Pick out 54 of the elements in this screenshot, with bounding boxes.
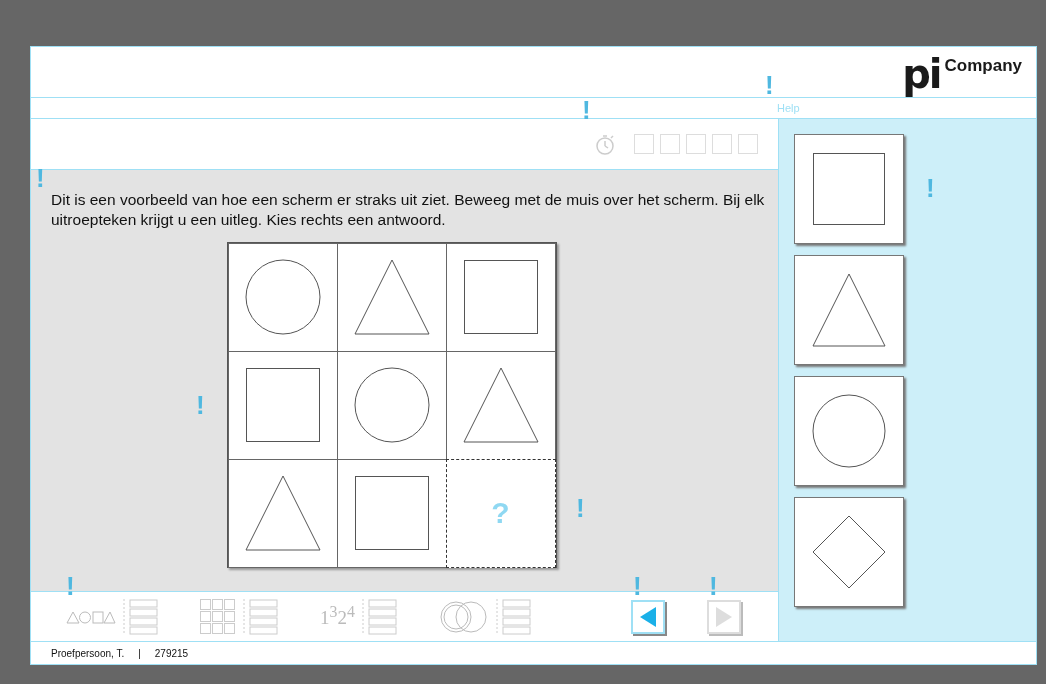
participant-name: Proefpersoon, T. (51, 647, 125, 659)
right-arrow-icon (715, 606, 732, 627)
hint-mark[interactable]: ! (709, 573, 718, 599)
triangle-icon (244, 475, 321, 551)
triangle-icon (812, 273, 886, 347)
rings-icon (438, 599, 489, 634)
circle-icon (244, 259, 321, 335)
hint-mark[interactable]: ! (582, 97, 591, 123)
left-arrow-icon (639, 606, 656, 627)
answer-slot (660, 134, 680, 154)
answer-slot (634, 134, 654, 154)
answer-card[interactable] (794, 376, 904, 486)
tool-button[interactable] (66, 598, 158, 635)
answer-slot (738, 134, 758, 154)
triangle-icon (353, 259, 430, 335)
list-icon (122, 598, 158, 635)
shapes-icon (66, 609, 116, 624)
answer-card[interactable] (794, 255, 904, 365)
help-link[interactable]: Help (777, 102, 800, 114)
answer-card[interactable] (794, 497, 904, 607)
hint-mark[interactable]: ! (926, 175, 935, 201)
tool-button[interactable] (200, 598, 278, 635)
list-icon (242, 598, 278, 635)
square-icon (354, 476, 429, 550)
question-mark: ? (491, 496, 510, 530)
answer-slot (712, 134, 732, 154)
hint-mark[interactable]: ! (196, 392, 205, 418)
triangle-icon (462, 367, 539, 443)
instruction-text: Dit is een voorbeeld van hoe een scherm er straks uit ziet. Beweeg met de muis over het scherm. Bij elk uitroepteken krijgt u een uitleg. Kies rechts een antwoord. (51, 190, 766, 230)
hint-mark[interactable]: ! (765, 72, 774, 98)
logo-mark: pi (902, 51, 941, 97)
list-icon (494, 598, 531, 635)
grid-icon (200, 598, 236, 635)
hint-mark[interactable]: ! (36, 165, 45, 191)
logo-text: Company (944, 56, 1022, 76)
previous-button[interactable] (630, 599, 665, 634)
hint-mark[interactable]: ! (633, 573, 642, 599)
answer-card[interactable] (794, 134, 904, 244)
participant-id: 279215 (154, 647, 189, 659)
tool-button[interactable]: 1$^{3}$2$^{4}$ (320, 598, 397, 635)
hint-mark[interactable]: ! (576, 495, 585, 521)
tool-button[interactable] (438, 598, 531, 635)
numbers-icon: 1$^{3}$2$^{4}$ (320, 603, 355, 630)
square-icon (245, 368, 320, 442)
square-icon (463, 260, 538, 334)
answer-slot (686, 134, 706, 154)
circle-icon (353, 367, 430, 443)
hint-mark[interactable]: ! (66, 573, 75, 599)
square-icon (813, 153, 885, 225)
separator: | (138, 647, 141, 659)
stopwatch-icon (594, 133, 616, 155)
diamond-icon (812, 515, 886, 589)
list-icon (360, 598, 397, 635)
circle-icon (812, 394, 886, 468)
